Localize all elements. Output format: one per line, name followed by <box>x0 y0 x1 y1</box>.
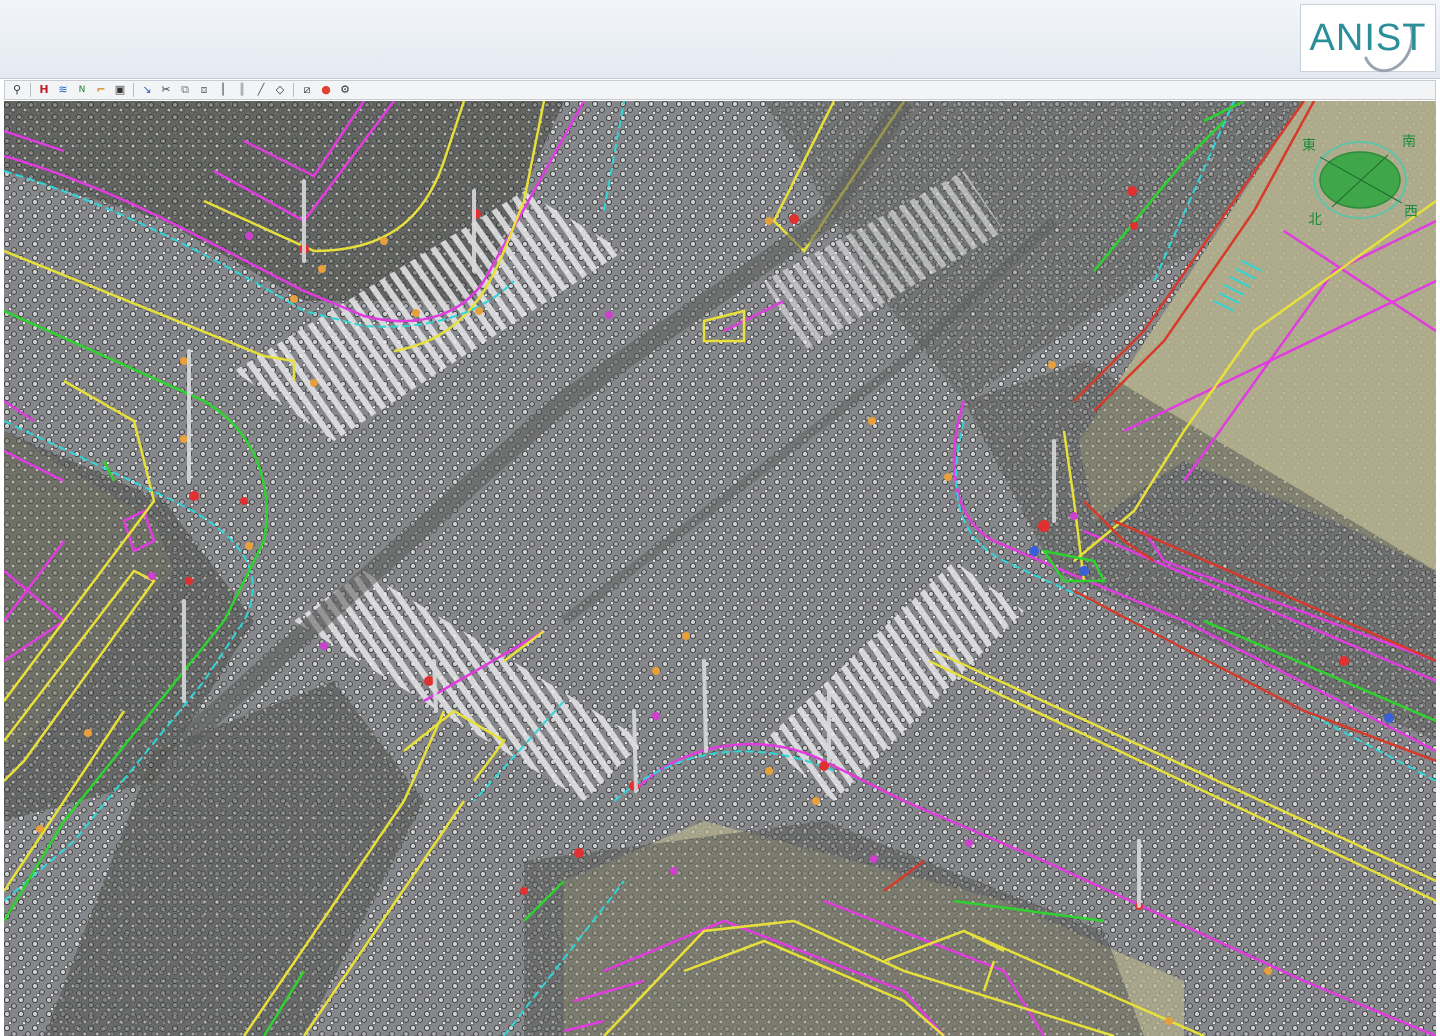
h-zoom-icon[interactable]: H <box>36 82 52 98</box>
compass-widget: 東 南 北 西 <box>1302 134 1418 228</box>
app-header: ANIST <box>0 0 1440 80</box>
toolbar-separator <box>293 83 294 97</box>
scissors-icon[interactable]: ✂ <box>158 82 174 98</box>
settings-icon[interactable]: ⚙ <box>337 82 353 98</box>
compass-icon <box>1313 141 1407 219</box>
logo-text: ANIST <box>1309 17 1427 59</box>
layers-icon[interactable]: ≋ <box>55 82 71 98</box>
pen-icon[interactable]: ╱ <box>253 82 269 98</box>
point-cloud-viewport[interactable]: 東 南 北 西 <box>4 101 1436 1036</box>
compass-west-label: 西 <box>1404 204 1418 220</box>
compass-north-label: 北 <box>1308 212 1322 228</box>
compass-east-label: 東 <box>1302 138 1316 154</box>
save-icon[interactable]: ▣ <box>112 82 128 98</box>
nyh-icon[interactable]: N <box>74 82 90 98</box>
split-icon[interactable]: ┃ <box>215 82 231 98</box>
point-cloud-map <box>4 101 1436 1036</box>
diamond-icon[interactable]: ◇ <box>272 82 288 98</box>
copy-icon[interactable]: ⧉ <box>177 82 193 98</box>
compass-south-label: 南 <box>1402 134 1416 150</box>
bracket-icon[interactable]: ⌐ <box>93 82 109 98</box>
toolbar-separator <box>133 83 134 97</box>
parallel-icon[interactable]: ║ <box>234 82 250 98</box>
pin-icon[interactable]: ● <box>318 82 334 98</box>
edit-frame-icon[interactable]: ⧄ <box>299 82 315 98</box>
line-tool-icon[interactable]: ↘ <box>139 82 155 98</box>
toolbar-separator <box>30 83 31 97</box>
person-icon[interactable]: ⚲ <box>9 82 25 98</box>
map-toolbar: ⚲ H ≋ N ⌐ ▣ ↘ ✂ ⧉ ⧈ ┃ ║ ╱ ◇ ⧄ ● ⚙ <box>4 80 1436 100</box>
paste-icon[interactable]: ⧈ <box>196 82 212 98</box>
anist-logo: ANIST <box>1300 2 1436 80</box>
